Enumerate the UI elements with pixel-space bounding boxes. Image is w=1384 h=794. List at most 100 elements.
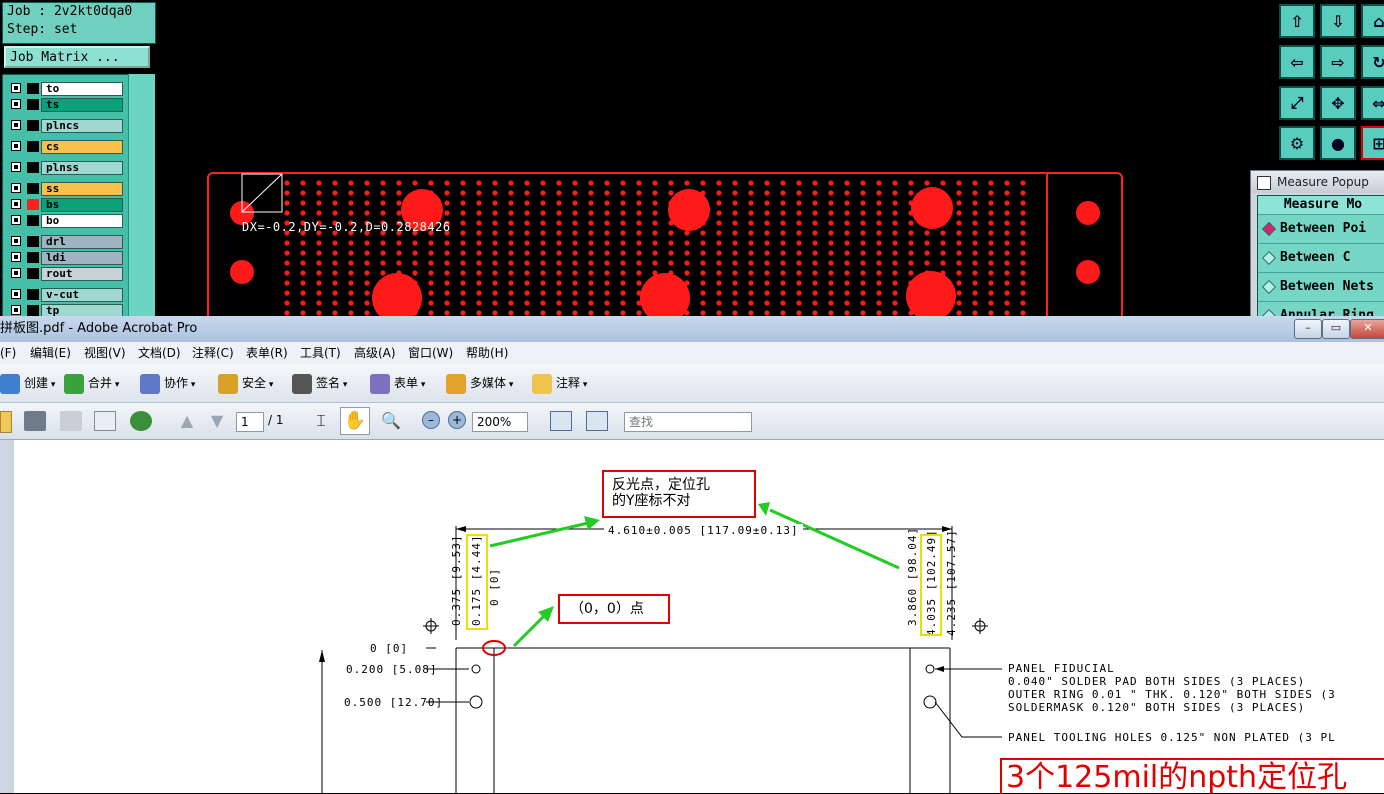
move-left-icon[interactable]: ⇦ — [1279, 45, 1315, 79]
layer-name: to — [41, 82, 123, 96]
menu-item-1[interactable]: 编辑(E) — [30, 342, 71, 364]
annotation-npth-note[interactable]: 3个125mil的npth定位孔 — [1000, 758, 1384, 794]
toolbar-button-5[interactable]: 表单 ▾ — [370, 372, 425, 394]
move-right-icon[interactable]: ⇨ — [1320, 45, 1356, 79]
print-icon[interactable] — [24, 411, 46, 431]
tooling-hole-circle — [923, 695, 937, 709]
layer-row-to[interactable]: to — [7, 82, 127, 96]
acrobat-window: 拼板图.pdf - Adobe Acrobat Pro – ▭ ✕ (F) 编辑(… — [0, 316, 1384, 794]
layer-checkbox[interactable] — [11, 141, 21, 151]
layer-row-ss[interactable]: ss — [7, 182, 127, 196]
minimize-button[interactable]: – — [1294, 319, 1322, 339]
hand-tool-icon[interactable]: ✋ — [340, 407, 370, 435]
menu-item-4[interactable]: 注释(C) — [192, 342, 234, 364]
measure-tool-icon[interactable]: ⊞ — [1361, 126, 1384, 160]
layer-checkbox[interactable] — [11, 268, 21, 278]
layer-checkbox[interactable] — [11, 183, 21, 193]
zoom-fit-icon[interactable]: ⤢ — [1279, 86, 1315, 120]
layer-row-ts[interactable]: ts — [7, 98, 127, 112]
menu-item-2[interactable]: 视图(V) — [84, 342, 126, 364]
toolbar-button-4[interactable]: 签名 ▾ — [292, 372, 347, 394]
zoom-in-icon[interactable]: + — [448, 411, 466, 429]
annotation-fiducial-note[interactable]: 反光点，定位孔 的Y座标不对 — [602, 470, 756, 518]
layer-checkbox[interactable] — [11, 162, 21, 172]
home-icon[interactable]: ⌂ — [1361, 4, 1384, 38]
menu-item-5[interactable]: 表单(R) — [246, 342, 288, 364]
layer-checkbox[interactable] — [11, 236, 21, 246]
search-input[interactable]: 查找 — [624, 412, 752, 432]
zoom-level-select[interactable]: 200% — [472, 412, 528, 432]
layer-name: cs — [41, 140, 123, 154]
zoom-out-icon[interactable]: – — [422, 411, 440, 429]
fiducial-circle — [471, 664, 481, 674]
menu-item-8[interactable]: 窗口(W) — [408, 342, 453, 364]
toolbar-button-0[interactable]: 创建 ▾ — [0, 372, 55, 394]
toolbar-button-7[interactable]: 注释 ▾ — [532, 372, 587, 394]
measure-option-1[interactable]: Between C — [1258, 243, 1384, 272]
toolbar-button-1[interactable]: 合并 ▾ — [64, 372, 119, 394]
layer-checkbox[interactable] — [11, 289, 21, 299]
zoom-tool-icon[interactable]: 🔍 — [380, 411, 402, 431]
layer-row-cs[interactable]: cs — [7, 140, 127, 154]
maximize-button[interactable]: ▭ — [1322, 319, 1350, 339]
probe-icon[interactable]: ● — [1320, 126, 1356, 160]
globe-icon[interactable] — [130, 411, 152, 431]
prev-page-icon[interactable]: ▲ — [176, 411, 198, 431]
zoom-ratio-icon[interactable]: ⇔ — [1361, 86, 1384, 120]
left-panel-gutter[interactable] — [0, 440, 14, 793]
toolbar-button-3[interactable]: 安全 ▾ — [218, 372, 273, 394]
layer-row-plncs[interactable]: plncs — [7, 119, 127, 133]
email-icon[interactable] — [94, 411, 116, 431]
layer-checkbox[interactable] — [11, 252, 21, 262]
measure-option-label: Between Nets — [1280, 279, 1374, 294]
layer-name: drl — [41, 235, 123, 249]
layer-checkbox[interactable] — [11, 199, 21, 209]
measure-popup-titlebar[interactable]: Measure Popup — [1251, 171, 1384, 193]
layer-checkbox[interactable] — [11, 83, 21, 93]
layer-row-rout[interactable]: rout — [7, 267, 127, 281]
toolbar-button-2[interactable]: 协作 ▾ — [140, 372, 195, 394]
select-tool-icon[interactable]: ⌶ — [310, 411, 332, 431]
layer-checkbox[interactable] — [11, 120, 21, 130]
zoom-center-icon[interactable]: ✥ — [1320, 86, 1356, 120]
redraw-icon[interactable]: ↻ — [1361, 45, 1384, 79]
move-down-icon[interactable]: ⇩ — [1320, 4, 1356, 38]
layer-checkbox[interactable] — [11, 215, 21, 225]
annotation-origin-note[interactable]: （0，0）点 — [558, 594, 670, 624]
save-icon[interactable] — [60, 411, 82, 431]
open-icon[interactable] — [0, 411, 12, 433]
layer-checkbox[interactable] — [11, 305, 21, 315]
layer-row-ldi[interactable]: ldi — [7, 251, 127, 265]
menu-item-0[interactable]: (F) — [0, 342, 16, 364]
measure-option-2[interactable]: Between Nets — [1258, 272, 1384, 301]
layer-row-bo[interactable]: bo — [7, 214, 127, 228]
toolbar-button-6[interactable]: 多媒体 ▾ — [446, 372, 513, 394]
close-button[interactable]: ✕ — [1350, 319, 1384, 339]
menu-item-6[interactable]: 工具(T) — [300, 342, 341, 364]
layer-row-plnss[interactable]: plnss — [7, 161, 127, 175]
move-up-icon[interactable]: ⇧ — [1279, 4, 1315, 38]
next-page-icon[interactable]: ▼ — [206, 411, 228, 431]
layer-row-bs[interactable]: bs — [7, 198, 127, 212]
layer-name: bs — [41, 198, 123, 212]
job-matrix-button[interactable]: Job Matrix ... — [4, 46, 150, 68]
layer-name: ss — [41, 182, 123, 196]
form-icon — [370, 373, 390, 394]
measure-option-0[interactable]: Between Poi — [1258, 214, 1384, 243]
page-number-input[interactable]: 1 — [236, 412, 264, 432]
step-label: Step: set — [7, 22, 78, 37]
menu-item-3[interactable]: 文档(D) — [138, 342, 181, 364]
layer-scrollbar[interactable] — [128, 74, 155, 318]
acrobat-titlebar[interactable]: 拼板图.pdf - Adobe Acrobat Pro – ▭ ✕ — [0, 316, 1384, 342]
large-pad — [668, 189, 710, 231]
menu-item-9[interactable]: 帮助(H) — [466, 342, 508, 364]
large-pad — [640, 273, 690, 318]
fit-page-icon[interactable] — [586, 411, 608, 431]
layer-row-v-cut[interactable]: v-cut — [7, 288, 127, 302]
layer-checkbox[interactable] — [11, 99, 21, 109]
settings-icon[interactable]: ⚙ — [1279, 126, 1315, 160]
layer-row-drl[interactable]: drl — [7, 235, 127, 249]
fit-width-icon[interactable] — [550, 411, 572, 431]
layer-color-swatch — [27, 183, 39, 194]
menu-item-7[interactable]: 高级(A) — [354, 342, 396, 364]
